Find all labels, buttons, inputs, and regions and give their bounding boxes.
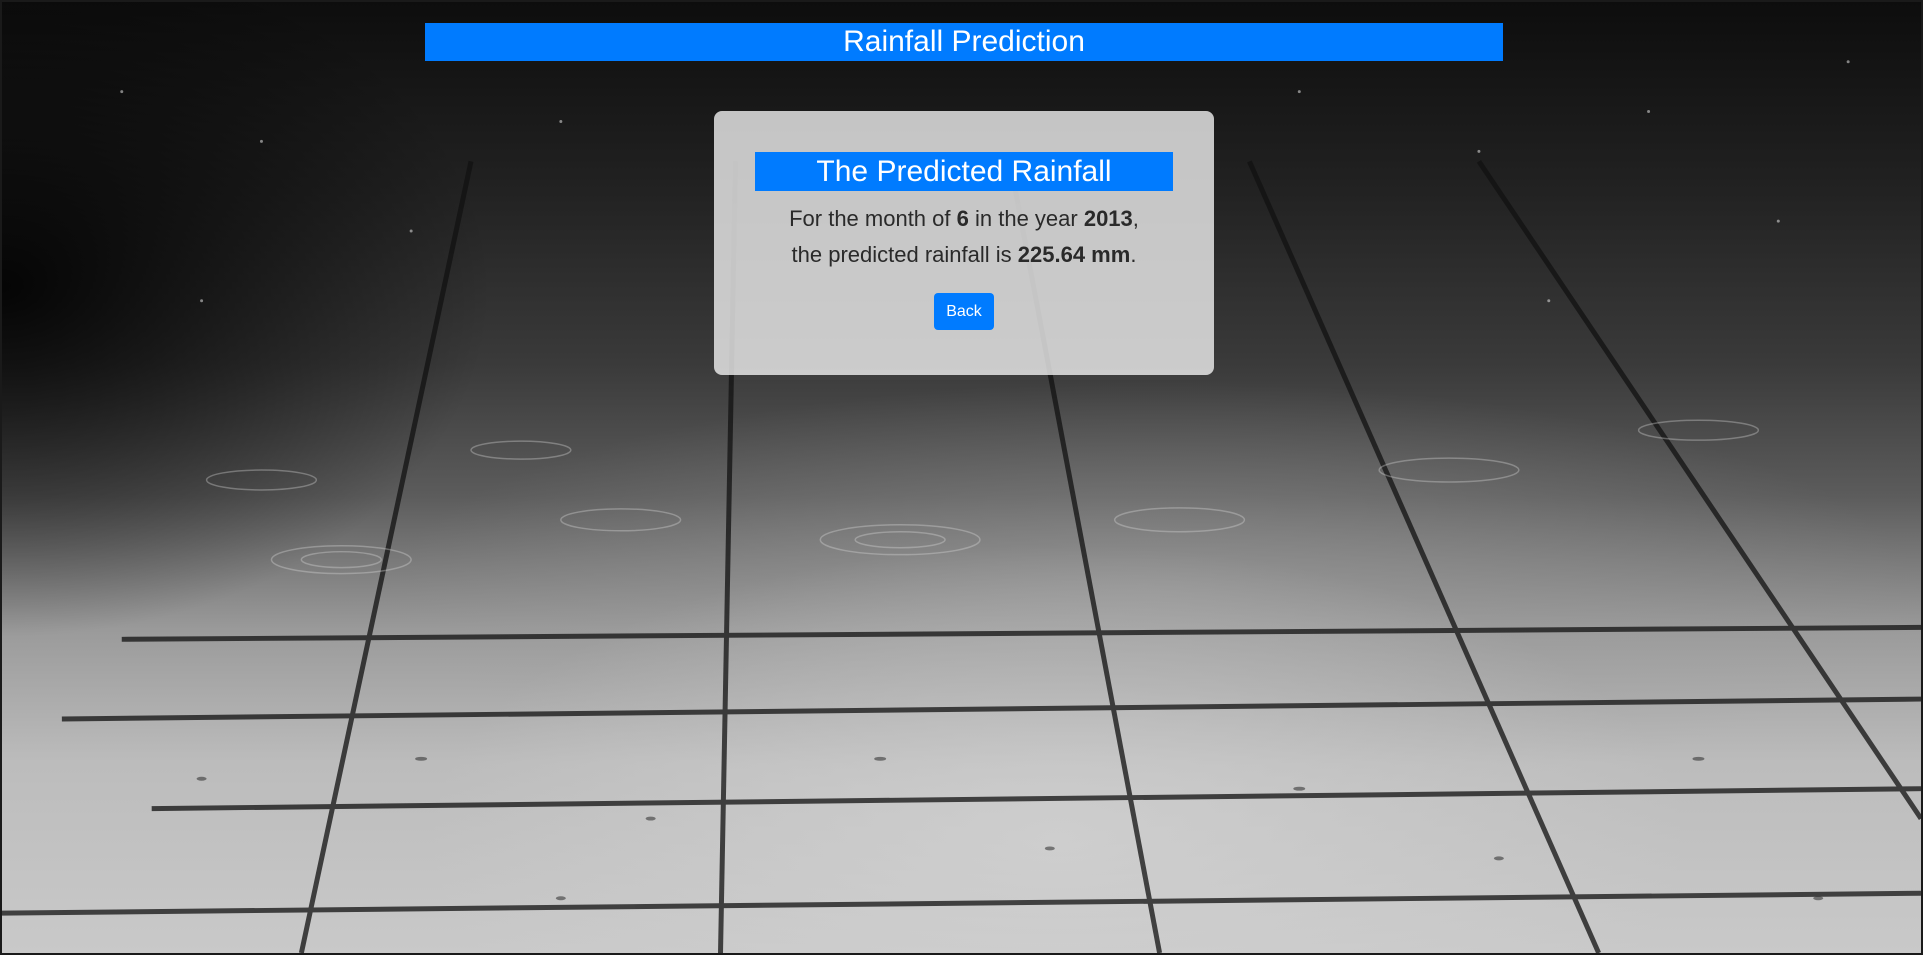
result-card: The Predicted Rainfall For the month of … bbox=[714, 111, 1214, 375]
back-button[interactable]: Back bbox=[934, 293, 994, 330]
page-title: Rainfall Prediction bbox=[425, 23, 1503, 61]
result-month: 6 bbox=[956, 206, 969, 231]
result-rainfall-value: 225.64 mm bbox=[1017, 242, 1131, 267]
result-line1-suffix: , bbox=[1132, 206, 1139, 231]
result-heading: The Predicted Rainfall bbox=[755, 152, 1173, 191]
result-line2-suffix: . bbox=[1130, 242, 1137, 267]
result-line1-middle: in the year bbox=[968, 206, 1084, 231]
page: Rainfall Prediction The Predicted Rainfa… bbox=[0, 0, 1923, 955]
result-year: 2013 bbox=[1083, 206, 1133, 231]
result-text: For the month of 6 in the year 2013, the… bbox=[714, 201, 1214, 273]
result-line1-prefix: For the month of bbox=[789, 206, 957, 231]
result-line2-prefix: the predicted rainfall is bbox=[791, 242, 1018, 267]
